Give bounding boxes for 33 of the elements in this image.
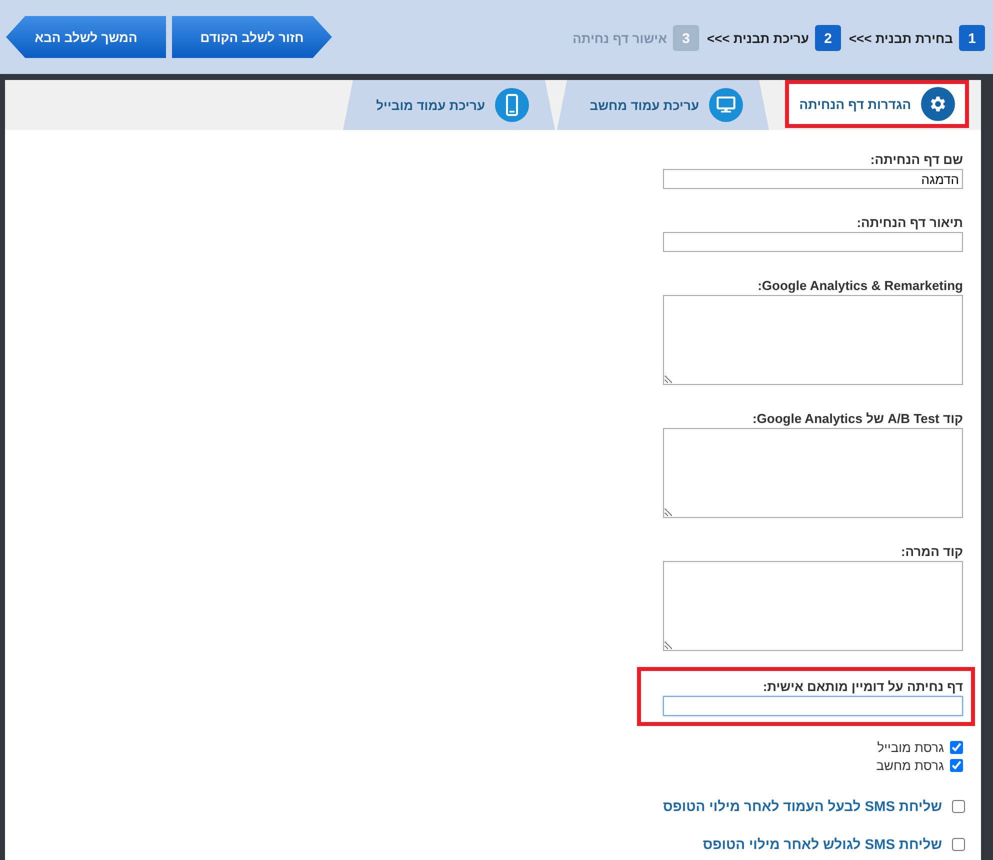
monitor-icon [716, 95, 736, 115]
text-area[interactable] [663, 428, 963, 518]
checkbox-label: שליחת SMS לבעל העמוד לאחר מילוי הטופס [663, 797, 942, 815]
input-field[interactable]: הדמגה [663, 169, 963, 189]
checkbox[interactable] [952, 800, 965, 812]
field-label: קוד A/B Test של Google Analytics: [751, 411, 963, 426]
field-label: שם דף הנחיתה: [869, 152, 963, 167]
field-label: דף נחיתה על דומיין מותאם אישית: [762, 679, 963, 694]
checkbox[interactable] [950, 741, 963, 754]
text-area[interactable] [663, 561, 963, 651]
checkbox-label: שליחת SMS לגולש לאחר מילוי הטופס [702, 835, 942, 853]
step-number: 3 [672, 25, 699, 51]
step-label: בחירת תבנית >>> [848, 30, 953, 46]
checkbox-label: גרסת מובייל [877, 740, 944, 755]
tab[interactable]: עריכת עמוד מחשב [557, 80, 769, 130]
step-number: 2 [814, 25, 841, 51]
next-step-button[interactable]: המשך לשלב הבא [6, 16, 166, 58]
tab[interactable]: עריכת עמוד מובייל [343, 80, 555, 130]
field-label: תיאור דף הנחיתה: [856, 215, 963, 230]
tab[interactable]: הגדרות דף הנחיתה [785, 80, 969, 128]
input-field[interactable] [663, 696, 963, 716]
previous-step-button[interactable]: חזור לשלב הקודם [172, 16, 332, 58]
step-label: עריכת תבנית >>> [706, 30, 809, 46]
checkbox[interactable] [950, 759, 963, 772]
step-label: אישור דף נחיתה [572, 30, 667, 46]
input-field[interactable] [663, 232, 963, 252]
settings-icon [928, 94, 948, 114]
checkbox[interactable] [952, 838, 965, 850]
field-label: Google Analytics & Remarketing: [756, 278, 963, 293]
checkbox-label: גרסת מחשב [876, 758, 944, 773]
step-number: 1 [959, 25, 985, 51]
text-area[interactable] [663, 295, 963, 385]
field-label: קוד המרה: [900, 544, 963, 559]
